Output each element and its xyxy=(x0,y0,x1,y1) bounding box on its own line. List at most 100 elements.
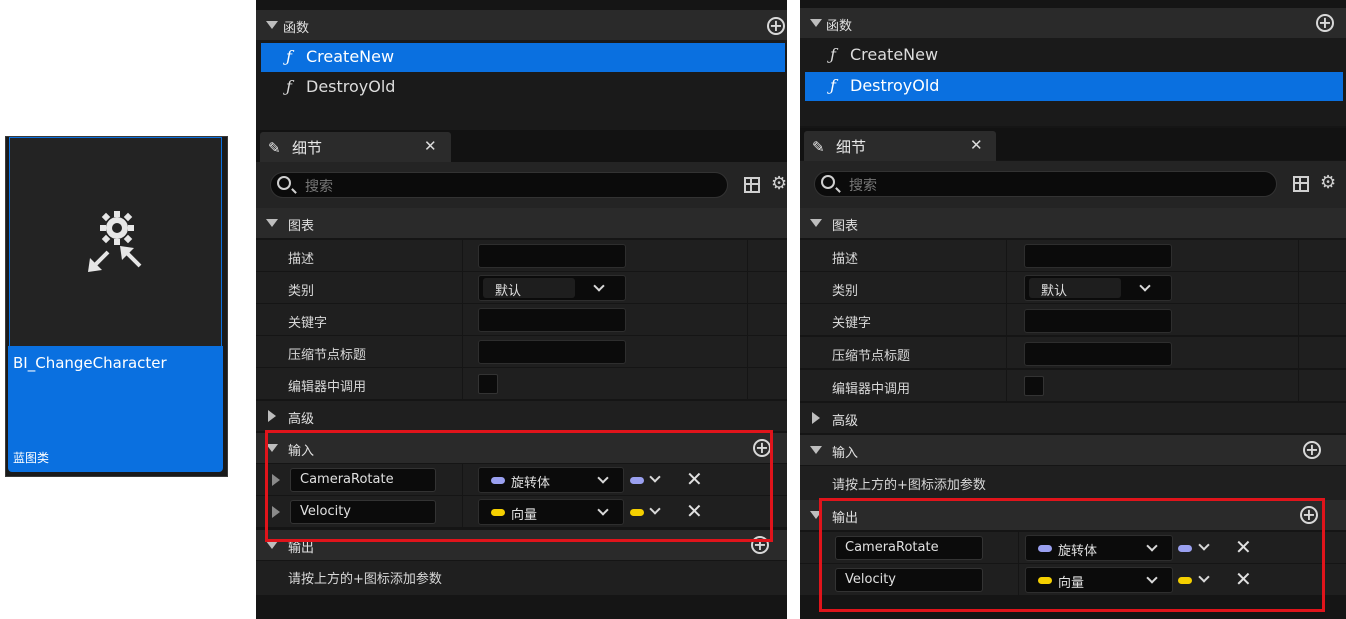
expand-arrow-icon xyxy=(810,446,822,454)
column-divider xyxy=(747,304,748,336)
prop-row-call-in-editor: 编辑器中调用 xyxy=(800,370,1346,402)
search-input[interactable]: 搜索 xyxy=(270,172,728,198)
function-item-createnew[interactable]: ƒ CreateNew xyxy=(805,41,1343,70)
expand-arrow-icon xyxy=(810,19,822,27)
column-divider xyxy=(1298,337,1299,369)
search-placeholder: 搜索 xyxy=(305,179,333,195)
pencil-icon: ✎ xyxy=(268,139,281,157)
column-divider xyxy=(747,368,748,400)
tab-details[interactable]: ✎ 细节 ✕ xyxy=(260,132,451,162)
asset-card[interactable]: BI_ChangeCharacter 蓝图类 xyxy=(5,136,228,477)
table-view-icon[interactable] xyxy=(1293,176,1309,192)
prop-label: 类别 xyxy=(288,284,315,299)
prop-row-keywords: 关键字 xyxy=(256,304,787,336)
prop-row-category: 类别 默认 xyxy=(256,272,787,304)
function-item-destroyold[interactable]: ƒ DestroyOld xyxy=(805,72,1343,101)
settings-icon[interactable]: ⚙ xyxy=(771,173,787,194)
add-function-icon[interactable]: + xyxy=(767,17,785,35)
function-name: DestroyOld xyxy=(850,76,940,95)
column-divider xyxy=(462,336,463,368)
close-icon[interactable]: ✕ xyxy=(970,136,983,154)
keywords-input[interactable] xyxy=(478,308,626,332)
settings-icon[interactable]: ⚙ xyxy=(1320,172,1336,193)
prop-label: 关键字 xyxy=(288,316,328,331)
tab-details[interactable]: ✎ 细节 ✕ xyxy=(804,131,996,161)
add-input-icon[interactable]: + xyxy=(1303,441,1321,459)
functions-header[interactable]: 函数 + xyxy=(256,10,787,40)
prop-label: 关键字 xyxy=(832,316,872,331)
prop-row-call-in-editor: 编辑器中调用 xyxy=(256,368,787,400)
collapsed-arrow-icon xyxy=(812,412,820,424)
graph-header-label: 图表 xyxy=(832,219,859,234)
advanced-header[interactable]: 高级 xyxy=(800,403,1346,433)
category-value: 默认 xyxy=(1029,278,1121,299)
column-divider xyxy=(462,240,463,272)
function-item-createnew[interactable]: ƒ CreateNew xyxy=(261,43,785,72)
pencil-icon: ✎ xyxy=(812,138,825,156)
expand-arrow-icon xyxy=(810,219,822,227)
compact-title-input[interactable] xyxy=(478,340,626,364)
column-divider xyxy=(462,304,463,336)
inputs-header-label: 输入 xyxy=(832,446,859,461)
column-divider xyxy=(1006,272,1007,304)
search-icon xyxy=(277,176,291,190)
category-value: 默认 xyxy=(483,278,575,299)
close-icon[interactable]: ✕ xyxy=(424,137,437,155)
add-function-icon[interactable]: + xyxy=(1316,14,1334,32)
highlight-box xyxy=(819,498,1325,612)
graph-header[interactable]: 图表 xyxy=(800,208,1346,238)
prop-label: 描述 xyxy=(832,252,859,267)
keywords-input[interactable] xyxy=(1024,309,1172,333)
column-divider xyxy=(1006,304,1007,336)
prop-label: 压缩节点标题 xyxy=(832,349,911,364)
outputs-hint: 请按上方的+图标添加参数 xyxy=(288,572,442,587)
prop-row-description: 描述 xyxy=(800,240,1346,272)
prop-label: 描述 xyxy=(288,252,315,267)
search-input[interactable]: 搜索 xyxy=(814,171,1277,197)
inputs-header[interactable]: 输入 + xyxy=(800,435,1346,465)
description-input[interactable] xyxy=(1024,244,1172,268)
chevron-down-icon xyxy=(593,280,605,292)
asset-type: 蓝图类 xyxy=(13,451,50,465)
prop-row-description: 描述 xyxy=(256,240,787,272)
column-divider xyxy=(747,336,748,368)
compact-title-input[interactable] xyxy=(1024,342,1172,366)
functions-header-label: 函数 xyxy=(283,21,310,36)
asset-thumbnail xyxy=(9,137,222,346)
advanced-header[interactable]: 高级 xyxy=(256,401,787,431)
column-divider xyxy=(1006,370,1007,402)
graph-header-label: 图表 xyxy=(288,219,315,234)
column-divider xyxy=(1298,272,1299,304)
call-in-editor-checkbox[interactable] xyxy=(1024,376,1044,396)
function-item-destroyold[interactable]: ƒ DestroyOld xyxy=(261,73,785,102)
expand-arrow-icon xyxy=(266,219,278,227)
prop-label: 类别 xyxy=(832,284,859,299)
call-in-editor-checkbox[interactable] xyxy=(478,374,498,394)
collapsed-arrow-icon xyxy=(268,410,276,422)
category-combo[interactable]: 默认 xyxy=(1024,275,1172,301)
asset-name: BI_ChangeCharacter xyxy=(13,354,167,372)
tab-label: 细节 xyxy=(292,139,323,157)
function-name: DestroyOld xyxy=(306,77,396,96)
gear-arrows-icon xyxy=(88,211,142,272)
description-input[interactable] xyxy=(478,244,626,268)
function-icon: ƒ xyxy=(830,45,836,64)
table-view-icon[interactable] xyxy=(744,177,760,193)
chevron-down-icon xyxy=(1139,280,1151,292)
column-divider xyxy=(1006,337,1007,369)
function-icon: ƒ xyxy=(286,47,292,66)
graph-header[interactable]: 图表 xyxy=(256,208,787,238)
functions-header[interactable]: 函数 + xyxy=(800,8,1346,38)
column-divider xyxy=(747,240,748,272)
search-icon xyxy=(821,175,835,189)
category-combo[interactable]: 默认 xyxy=(478,275,626,301)
expand-arrow-icon xyxy=(266,21,278,29)
advanced-header-label: 高级 xyxy=(832,414,859,429)
prop-row-compact-title: 压缩节点标题 xyxy=(800,337,1346,369)
expand-arrow-icon xyxy=(266,541,278,549)
search-placeholder: 搜索 xyxy=(849,178,877,194)
function-name: CreateNew xyxy=(850,45,939,64)
asset-info: BI_ChangeCharacter 蓝图类 xyxy=(8,346,223,472)
column-divider xyxy=(1298,240,1299,272)
prop-label: 编辑器中调用 xyxy=(288,380,367,395)
